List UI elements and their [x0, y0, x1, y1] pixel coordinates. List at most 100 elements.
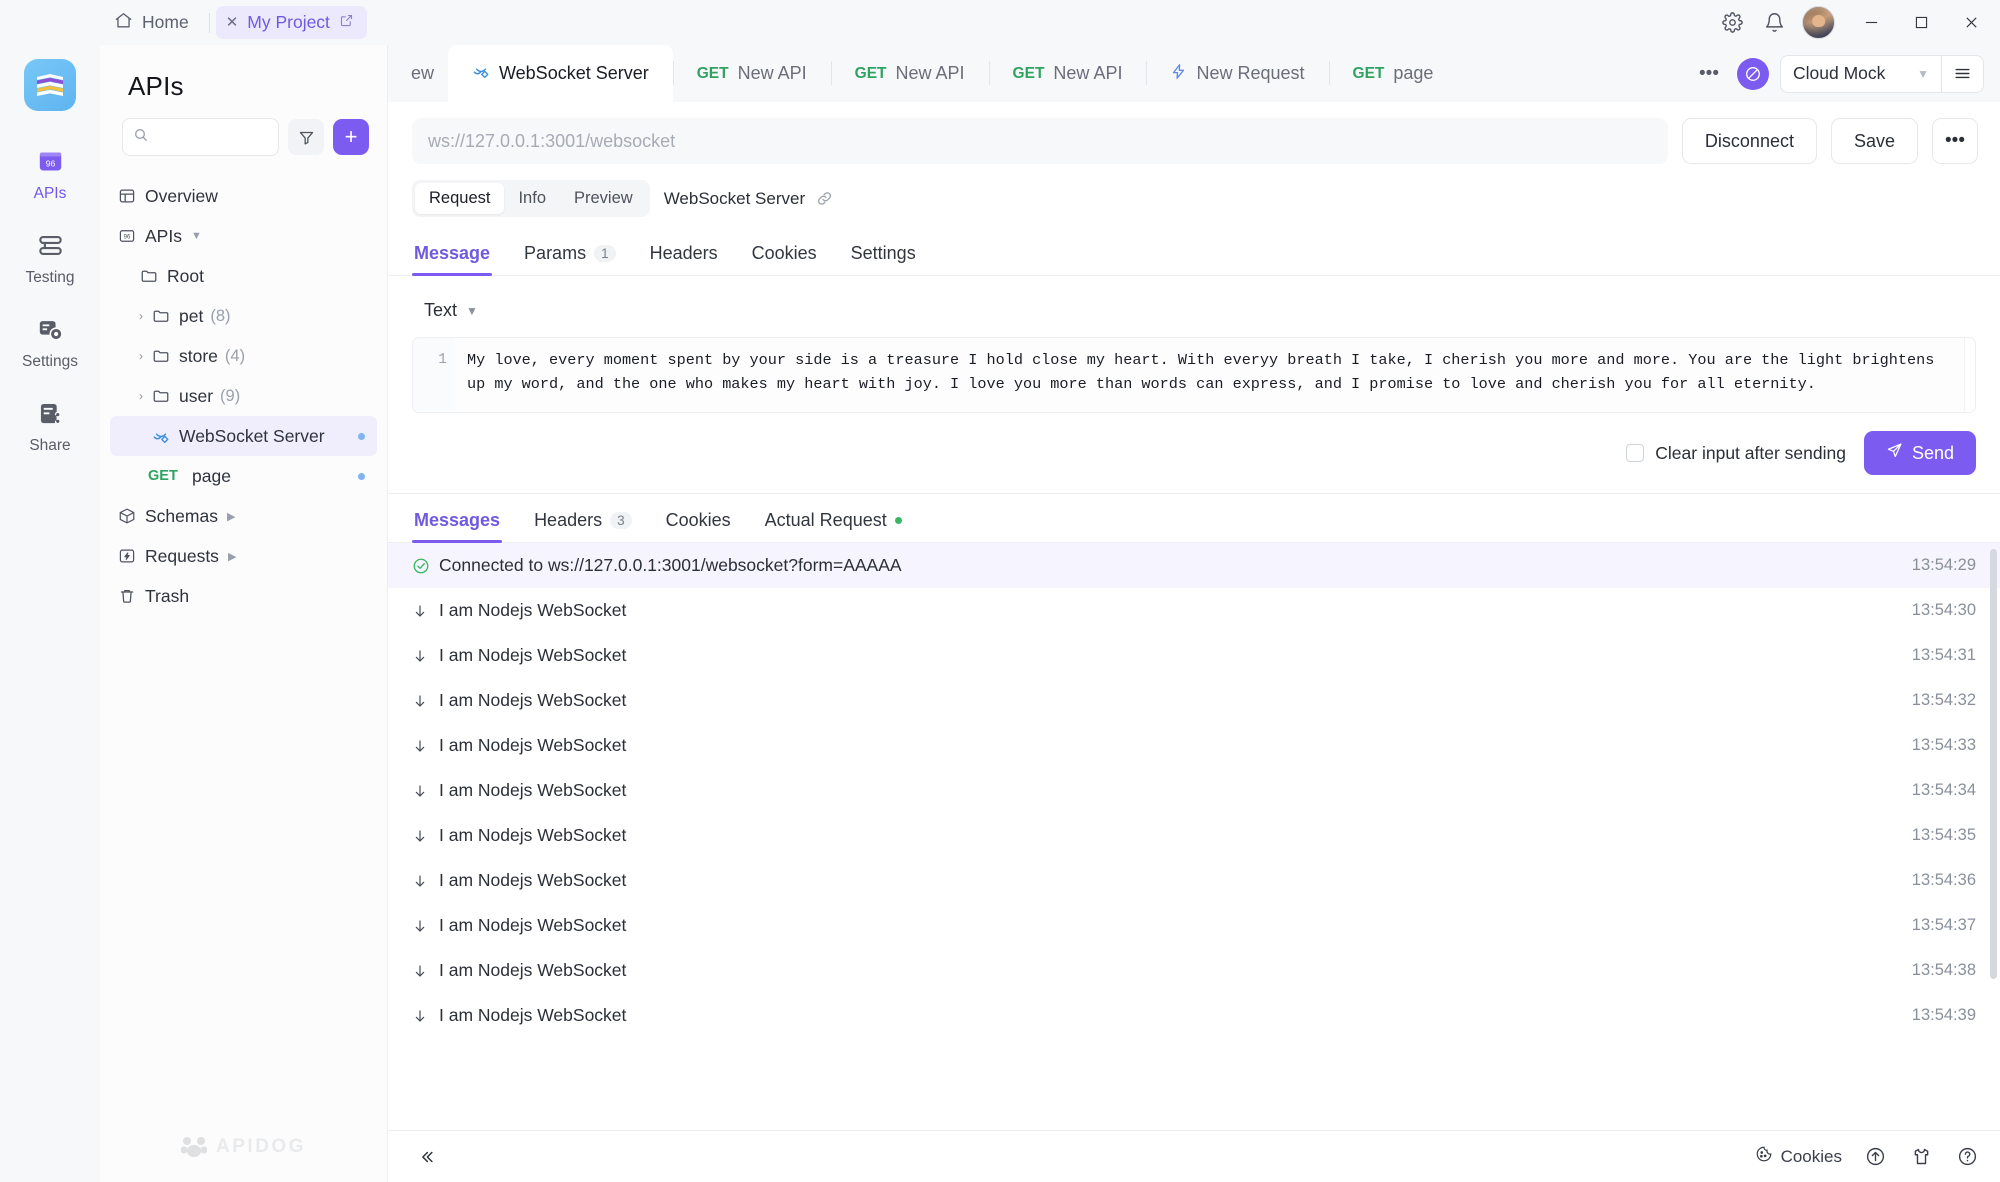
- send-button[interactable]: Send: [1863, 431, 1976, 475]
- tree-group-requests[interactable]: Requests ▶: [110, 536, 377, 576]
- disconnect-button[interactable]: Disconnect: [1681, 118, 1817, 164]
- footer-cookies-button[interactable]: Cookies: [1755, 1145, 1842, 1168]
- chevron-right-icon[interactable]: ▶: [227, 510, 235, 523]
- message-format-select[interactable]: Text ▼: [412, 294, 488, 327]
- hamburger-icon[interactable]: [1942, 54, 1984, 93]
- api-tree: Overview 96 APIs ▼ Root › pet (8) › stor…: [100, 156, 387, 1136]
- pill-info[interactable]: Info: [504, 183, 560, 214]
- add-button[interactable]: +: [333, 119, 369, 155]
- avatar[interactable]: [1802, 6, 1835, 39]
- chevron-right-icon[interactable]: ›: [130, 389, 152, 403]
- message-row[interactable]: I am Nodejs WebSocket 13:54:37: [388, 903, 2000, 948]
- message-row[interactable]: I am Nodejs WebSocket 13:54:32: [388, 678, 2000, 723]
- app-logo-icon: [24, 59, 76, 111]
- message-row[interactable]: I am Nodejs WebSocket 13:54:33: [388, 723, 2000, 768]
- tab-label: Cookies: [665, 510, 731, 530]
- mock-icon[interactable]: [1737, 57, 1769, 90]
- upload-circle-icon[interactable]: [1862, 1144, 1888, 1170]
- tree-item-page[interactable]: GET page: [110, 456, 377, 496]
- chevron-double-left-icon[interactable]: [410, 1140, 444, 1174]
- settings-icon: [37, 316, 64, 348]
- chevron-right-icon[interactable]: ▶: [228, 550, 236, 563]
- url-field[interactable]: [412, 118, 1668, 164]
- home-tab[interactable]: Home: [100, 5, 203, 41]
- clear-input-checkbox[interactable]: [1626, 444, 1645, 462]
- search-input[interactable]: [156, 128, 268, 146]
- external-link-icon[interactable]: [339, 12, 354, 33]
- save-button[interactable]: Save: [1830, 118, 1918, 164]
- tab-headers[interactable]: Headers: [648, 243, 720, 275]
- tree-folder-user[interactable]: › user (9): [110, 376, 377, 416]
- tab-cookies[interactable]: Cookies: [750, 243, 819, 275]
- apidog-window: Home ✕ My Project 96 APIs Testing Settin…: [0, 0, 2000, 1182]
- window-close-button[interactable]: [1948, 0, 1994, 45]
- code-editor[interactable]: 1 My love, every moment spent by your si…: [412, 337, 1976, 413]
- tab-new-request[interactable]: New Request: [1146, 45, 1328, 102]
- tab-message[interactable]: Message: [412, 243, 493, 276]
- chevron-down-icon[interactable]: ▼: [191, 230, 202, 242]
- help-circle-icon[interactable]: [1954, 1144, 1980, 1170]
- tab-response-headers[interactable]: Headers 3: [532, 510, 634, 542]
- tree-item-websocket-server[interactable]: WebSocket Server: [110, 416, 377, 456]
- rail-label-settings: Settings: [21, 353, 78, 370]
- message-row[interactable]: I am Nodejs WebSocket 13:54:38: [388, 948, 2000, 993]
- link-icon[interactable]: [816, 190, 833, 207]
- tab-strip-right: ••• Cloud Mock ▼: [1682, 45, 2000, 102]
- tab-new-api-2[interactable]: GET New API: [830, 45, 989, 102]
- more-horizontal-icon[interactable]: •••: [1692, 57, 1726, 91]
- shirt-icon[interactable]: [1908, 1144, 1934, 1170]
- messages-scrollbar[interactable]: [1990, 549, 1997, 979]
- close-icon[interactable]: ✕: [226, 15, 239, 30]
- filter-icon[interactable]: [288, 119, 324, 155]
- tab-websocket-server[interactable]: WebSocket Server: [448, 45, 673, 102]
- message-row[interactable]: I am Nodejs WebSocket 13:54:31: [388, 633, 2000, 678]
- bell-icon[interactable]: [1755, 4, 1793, 42]
- tab-actual-request[interactable]: Actual Request: [763, 510, 904, 542]
- code-scrollbar[interactable]: [1964, 338, 1975, 412]
- search-box[interactable]: [122, 118, 279, 156]
- tab-label: New API: [1053, 63, 1123, 83]
- tree-group-schemas[interactable]: Schemas ▶: [110, 496, 377, 536]
- clear-input-checkbox-wrap[interactable]: Clear input after sending: [1626, 443, 1846, 464]
- tab-params[interactable]: Params 1: [522, 243, 618, 275]
- chevron-right-icon[interactable]: ›: [130, 309, 152, 323]
- tab-new-api-1[interactable]: GET New API: [672, 45, 831, 102]
- environment-select[interactable]: Cloud Mock ▼: [1780, 54, 1942, 93]
- tab-partial-left[interactable]: ew: [388, 45, 448, 102]
- project-tab[interactable]: ✕ My Project: [215, 6, 367, 39]
- tab-settings[interactable]: Settings: [849, 243, 918, 275]
- tree-folder-store[interactable]: › store (4): [110, 336, 377, 376]
- chevron-right-icon[interactable]: ›: [130, 349, 152, 363]
- window-maximize-button[interactable]: [1898, 0, 1944, 45]
- window-minimize-button[interactable]: [1848, 0, 1894, 45]
- messages-list[interactable]: Connected to ws://127.0.0.1:3001/websock…: [388, 543, 2000, 1130]
- actual-request-dot: [894, 517, 902, 524]
- message-row[interactable]: I am Nodejs WebSocket 13:54:35: [388, 813, 2000, 858]
- rail-item-share[interactable]: Share: [8, 391, 92, 462]
- code-editor-content[interactable]: My love, every moment spent by your side…: [455, 338, 1964, 412]
- pill-preview[interactable]: Preview: [560, 183, 647, 214]
- message-text: I am Nodejs WebSocket: [439, 645, 627, 665]
- cookie-icon: [1755, 1145, 1773, 1168]
- tree-folder-root[interactable]: Root: [110, 256, 377, 296]
- message-row[interactable]: I am Nodejs WebSocket 13:54:36: [388, 858, 2000, 903]
- message-row-connected[interactable]: Connected to ws://127.0.0.1:3001/websock…: [388, 543, 2000, 588]
- message-row[interactable]: I am Nodejs WebSocket 13:54:30: [388, 588, 2000, 633]
- tab-messages[interactable]: Messages: [412, 510, 503, 543]
- message-row[interactable]: I am Nodejs WebSocket 13:54:34: [388, 768, 2000, 813]
- more-options-button[interactable]: •••: [1932, 118, 1978, 164]
- url-input[interactable]: [428, 130, 1652, 152]
- tree-group-apis[interactable]: 96 APIs ▼: [110, 216, 377, 256]
- rail-item-apis[interactable]: 96 APIs: [8, 139, 92, 210]
- pill-request[interactable]: Request: [415, 183, 505, 214]
- tab-new-api-3[interactable]: GET New API: [988, 45, 1147, 102]
- tree-item-overview[interactable]: Overview: [110, 176, 377, 216]
- tree-item-trash[interactable]: Trash: [110, 576, 377, 616]
- tab-page[interactable]: GET page: [1328, 45, 1458, 102]
- rail-item-settings[interactable]: Settings: [8, 307, 92, 378]
- tree-folder-pet[interactable]: › pet (8): [110, 296, 377, 336]
- tab-response-cookies[interactable]: Cookies: [664, 510, 733, 542]
- message-row[interactable]: I am Nodejs WebSocket 13:54:39: [388, 993, 2000, 1038]
- gear-icon[interactable]: [1713, 4, 1751, 42]
- rail-item-testing[interactable]: Testing: [8, 223, 92, 294]
